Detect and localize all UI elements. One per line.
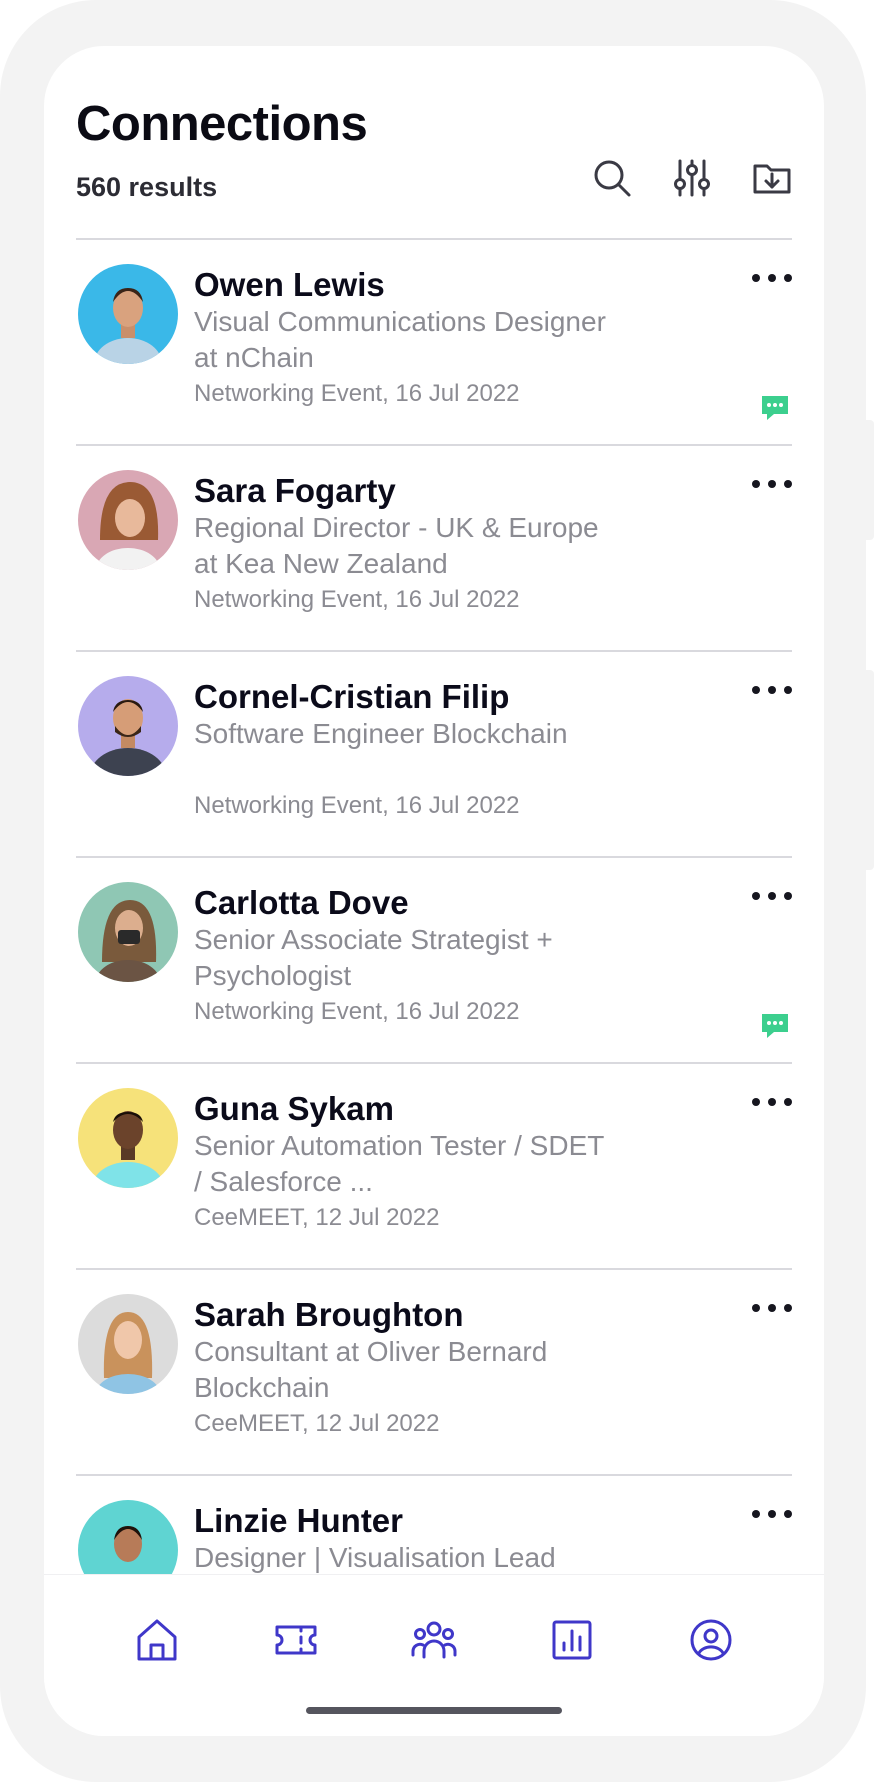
people-icon <box>411 1621 457 1659</box>
home-icon <box>137 1619 177 1661</box>
connection-meta: Networking Event, 16 Jul 2022 <box>194 998 520 1025</box>
more-options-button[interactable] <box>752 1502 792 1526</box>
connections-list: Owen Lewis Visual Communications Designe… <box>76 238 792 1682</box>
connection-title: Designer | Visualisation Lead <box>194 1542 556 1573</box>
chat-icon[interactable] <box>760 394 790 422</box>
connection-meta: CeeMEET, 12 Jul 2022 <box>194 1204 440 1231</box>
connection-row[interactable]: Cornel-Cristian Filip Software Engineer … <box>76 652 792 858</box>
page-title: Connections <box>76 97 368 151</box>
connection-title: Regional Director - UK & Europe at Kea N… <box>194 512 599 579</box>
filter-button[interactable] <box>672 158 712 198</box>
results-count: 560 results <box>76 172 218 202</box>
bottom-nav <box>44 1574 824 1736</box>
chart-icon <box>552 1620 592 1660</box>
more-options-button[interactable] <box>752 1296 792 1320</box>
avatar <box>78 676 178 776</box>
connection-name[interactable]: Sara Fogarty <box>194 472 396 510</box>
avatar <box>78 1088 178 1188</box>
app-screen: Connections 560 results Owen Lewis Visua… <box>44 46 824 1736</box>
avatar <box>78 882 178 982</box>
connection-title: Software Engineer Blockchain <box>194 718 568 749</box>
connection-meta: Networking Event, 16 Jul 2022 <box>194 380 520 407</box>
connection-row[interactable]: Sarah Broughton Consultant at Oliver Ber… <box>76 1270 792 1476</box>
connection-meta: Networking Event, 16 Jul 2022 <box>194 792 520 819</box>
connection-name[interactable]: Linzie Hunter <box>194 1502 403 1540</box>
connection-title: Consultant at Oliver Bernard Blockchain <box>194 1336 548 1403</box>
connection-meta: CeeMEET, 12 Jul 2022 <box>194 1410 440 1437</box>
avatar <box>78 470 178 570</box>
connection-name[interactable]: Sarah Broughton <box>194 1296 464 1334</box>
export-button[interactable] <box>752 158 792 198</box>
more-options-button[interactable] <box>752 884 792 908</box>
connection-name[interactable]: Guna Sykam <box>194 1090 394 1128</box>
avatar <box>78 264 178 364</box>
more-options-button[interactable] <box>752 266 792 290</box>
more-options-button[interactable] <box>752 472 792 496</box>
connection-title: Visual Communications Designer at nChain <box>194 306 606 373</box>
toolbar <box>592 158 792 198</box>
nav-analytics[interactable] <box>549 1617 595 1663</box>
folder-download-icon <box>753 164 791 194</box>
nav-events[interactable] <box>273 1617 319 1663</box>
connection-row[interactable]: Owen Lewis Visual Communications Designe… <box>76 240 792 446</box>
more-options-button[interactable] <box>752 678 792 702</box>
connection-title: Senior Automation Tester / SDET / Salesf… <box>194 1130 604 1197</box>
connection-name[interactable]: Carlotta Dove <box>194 884 409 922</box>
connection-name[interactable]: Owen Lewis <box>194 266 385 304</box>
avatar <box>78 1294 178 1394</box>
page-header: Connections 560 results <box>76 96 792 202</box>
connection-meta: Networking Event, 16 Jul 2022 <box>194 586 520 613</box>
sliders-icon <box>674 159 710 197</box>
more-options-button[interactable] <box>752 1090 792 1114</box>
nav-home[interactable] <box>134 1617 180 1663</box>
side-button <box>866 420 874 540</box>
connection-title: Senior Associate Strategist + Psychologi… <box>194 924 553 991</box>
connection-row[interactable]: Sara Fogarty Regional Director - UK & Eu… <box>76 446 792 652</box>
side-button <box>866 670 874 870</box>
search-button[interactable] <box>592 158 632 198</box>
nav-profile[interactable] <box>688 1617 734 1663</box>
connection-row[interactable]: Carlotta Dove Senior Associate Strategis… <box>76 858 792 1064</box>
search-icon <box>594 160 631 197</box>
chat-icon[interactable] <box>760 1012 790 1040</box>
home-indicator <box>306 1707 562 1714</box>
profile-icon <box>690 1619 732 1661</box>
connection-name[interactable]: Cornel-Cristian Filip <box>194 678 509 716</box>
connection-row[interactable]: Guna Sykam Senior Automation Tester / SD… <box>76 1064 792 1270</box>
ticket-icon <box>275 1625 317 1655</box>
nav-connections[interactable] <box>411 1617 457 1663</box>
